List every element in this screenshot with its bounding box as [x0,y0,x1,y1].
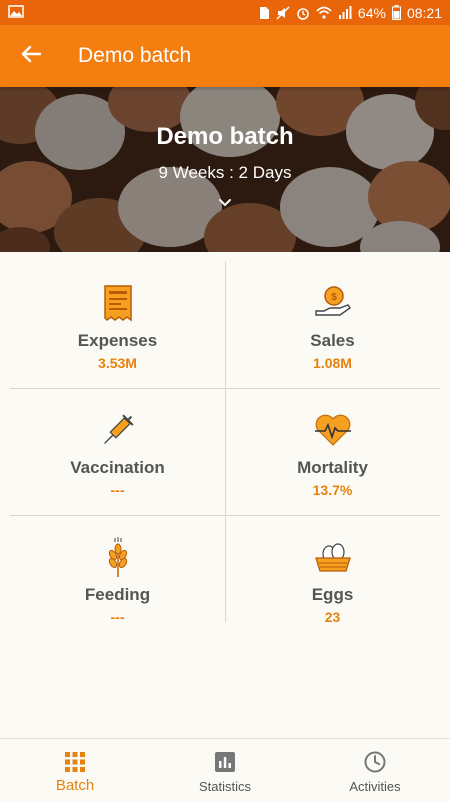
batch-header: Demo batch 9 Weeks : 2 Days [0,87,450,252]
wifi-icon [316,6,332,19]
card-value: 13.7% [312,482,353,498]
nav-activities[interactable]: Activities [300,739,450,801]
card-label: Feeding [84,585,151,604]
vaccination-card[interactable]: Vaccination --- [10,388,225,515]
coin-hand-icon: $ [313,283,353,323]
card-value: 3.53M [98,355,137,371]
grid-icon [65,751,85,773]
egg-basket-icon [313,537,353,577]
alarm-icon [296,6,310,20]
nav-batch[interactable]: Batch [0,739,150,801]
back-button[interactable] [0,25,62,87]
expenses-card[interactable]: Expenses 3.53M [10,261,225,388]
signal-icon [338,6,352,19]
card-label: Vaccination [70,458,165,477]
battery-icon [391,5,401,20]
battery-percent: 64% [357,4,386,21]
nav-label: Statistics [198,779,251,794]
batch-summary-grid: Expenses 3.53M $ Sales 1.08M Vaccination… [10,261,440,625]
status-bar: 64% 08:21 [0,0,450,25]
card-label: Eggs [311,585,354,604]
gallery-notification-icon [8,4,24,21]
nav-label: Activities [349,779,401,794]
syringe-icon [98,410,138,450]
bar-chart-icon [215,751,235,773]
svg-text:$: $ [331,292,337,303]
sales-card[interactable]: $ Sales 1.08M [225,261,440,388]
clock-time: 08:21 [406,4,442,21]
card-value: 23 [324,609,341,625]
bottom-navigation: Batch Statistics Activities [0,738,450,801]
app-bar: Demo batch [0,25,450,87]
wheat-icon [98,537,138,577]
card-value: 1.08M [313,355,352,371]
clock-icon [364,751,386,773]
card-value: --- [110,482,125,498]
card-label: Sales [310,331,355,350]
heartbeat-icon [313,410,353,450]
batch-age: 9 Weeks : 2 Days [158,163,292,182]
chevron-down-icon [213,199,237,219]
card-label: Expenses [77,331,158,350]
nav-statistics[interactable]: Statistics [150,739,300,801]
card-label: Mortality [297,458,368,477]
sim-icon [259,6,270,20]
mortality-card[interactable]: Mortality 13.7% [225,388,440,515]
feeding-card[interactable]: Feeding --- [10,515,225,642]
card-value: --- [110,609,125,625]
batch-name: Demo batch [156,123,294,150]
arrow-left-icon [21,45,42,68]
app-bar-title: Demo batch [78,44,192,67]
mute-icon [276,5,290,20]
eggs-card[interactable]: Eggs 23 [225,515,440,642]
expand-button[interactable] [213,191,237,215]
receipt-icon [98,283,138,323]
nav-label: Batch [55,777,95,794]
